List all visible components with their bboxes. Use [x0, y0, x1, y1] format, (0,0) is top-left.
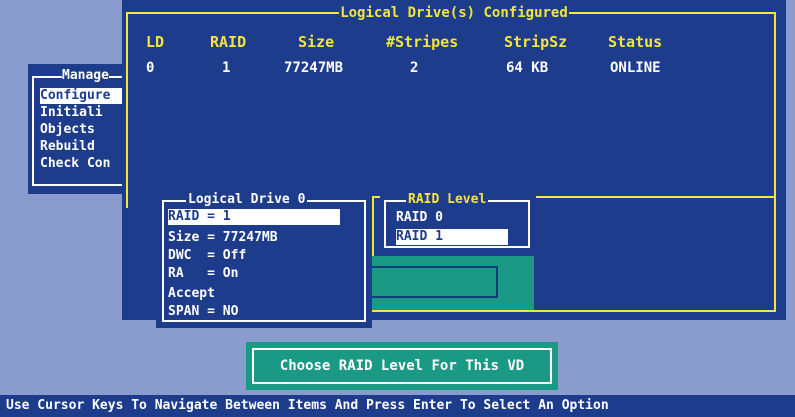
option-dwc[interactable]: DWC = Off	[168, 248, 246, 264]
option-accept[interactable]: Accept	[168, 286, 215, 302]
status-bar-text: Use Cursor Keys To Navigate Between Item…	[6, 398, 609, 413]
option-ra[interactable]: RA = On	[168, 266, 238, 282]
cell-raid: 1	[222, 60, 231, 76]
option-span[interactable]: SPAN = NO	[168, 304, 238, 320]
menu-item-check-consistency[interactable]: Check Con	[40, 156, 110, 172]
status-bar: Use Cursor Keys To Navigate Between Item…	[0, 395, 795, 417]
logical-drives-title-text: Logical Drive(s) Configured	[339, 5, 569, 21]
prompt-box: Choose RAID Level For This VD	[246, 342, 558, 390]
logical-drives-title: Logical Drive(s) Configured	[122, 5, 786, 21]
raid-option-1[interactable]: RAID 1	[396, 229, 508, 245]
logical-drive-title: Logical Drive 0	[186, 192, 308, 208]
prompt-text: Choose RAID Level For This VD	[279, 358, 525, 374]
header-status: Status	[608, 33, 663, 51]
option-raid[interactable]: RAID = 1	[168, 209, 340, 225]
teal-box-inner	[368, 266, 498, 298]
prompt-box-inner: Choose RAID Level For This VD	[252, 348, 552, 384]
menu-item-initialize[interactable]: Initiali	[40, 105, 103, 121]
management-menu-title: Manage	[62, 68, 109, 84]
header-stripsz: StripSz	[504, 33, 568, 51]
header-size: Size	[298, 33, 335, 51]
raid-level-title: RAID Level	[406, 192, 489, 208]
raid-option-0[interactable]: RAID 0	[396, 210, 443, 226]
cell-status: ONLINE	[610, 60, 661, 76]
cell-stripsz: 64 KB	[506, 60, 549, 76]
raid-level-menu: RAID Level RAID 0 RAID 1	[380, 190, 536, 252]
cell-stripes: 2	[410, 60, 419, 76]
cell-size: 77247MB	[284, 60, 344, 76]
logical-drive-panel: Logical Drive 0 RAID = 1 Size = 77247MB …	[156, 188, 372, 328]
header-raid: RAID	[210, 33, 247, 51]
menu-item-rebuild[interactable]: Rebuild	[40, 139, 95, 155]
menu-item-configure[interactable]: Configure	[40, 88, 135, 104]
menu-item-objects[interactable]: Objects	[40, 122, 95, 138]
header-ld: LD	[146, 33, 165, 51]
header-stripes: #Stripes	[386, 33, 459, 51]
option-size[interactable]: Size = 77247MB	[168, 230, 278, 246]
teal-box	[366, 256, 534, 310]
cell-ld: 0	[146, 60, 155, 76]
